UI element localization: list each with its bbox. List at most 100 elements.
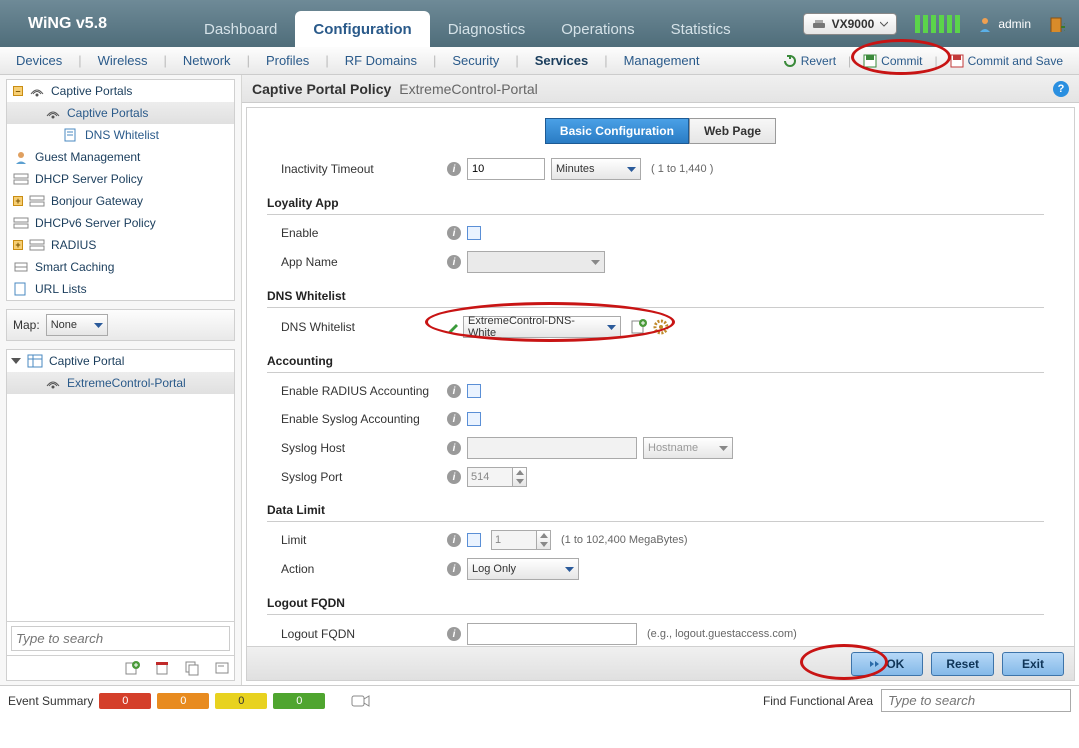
loyalty-app-select[interactable] <box>467 251 605 273</box>
tree-dhcp-server[interactable]: DHCP Server Policy <box>7 168 234 190</box>
info-icon[interactable]: i <box>447 226 461 240</box>
revert-label: Revert <box>801 54 836 68</box>
find-area-input[interactable] <box>881 689 1071 712</box>
tree-guest-mgmt[interactable]: Guest Management <box>7 146 234 168</box>
subnav-services[interactable]: Services <box>529 53 595 68</box>
step-down-icon[interactable] <box>537 540 550 549</box>
exit-button[interactable]: Exit <box>1002 652 1064 676</box>
info-icon[interactable]: i <box>447 255 461 269</box>
tree2-captive-portal[interactable]: Captive Portal <box>7 350 234 372</box>
reset-button[interactable]: Reset <box>931 652 994 676</box>
subnav-wireless[interactable]: Wireless <box>92 53 154 68</box>
info-icon[interactable]: i <box>447 562 461 576</box>
device-selector[interactable]: VX9000 <box>803 13 898 35</box>
commit-save-label: Commit and Save <box>968 54 1063 68</box>
tree-search-input[interactable] <box>11 626 230 651</box>
save-all-icon <box>950 54 964 68</box>
tree-bonjour[interactable]: + Bonjour Gateway <box>7 190 234 212</box>
datalimit-stepper[interactable] <box>491 530 551 550</box>
tree-dns-whitelist[interactable]: DNS Whitelist <box>7 124 234 146</box>
user-menu[interactable]: admin <box>978 16 1031 32</box>
step-up-icon[interactable] <box>537 531 550 540</box>
syslog-host-input[interactable] <box>467 437 637 459</box>
tab-statistics[interactable]: Statistics <box>653 11 749 47</box>
tree-label: Captive Portal <box>49 354 124 368</box>
subnav-security[interactable]: Security <box>446 53 505 68</box>
tree2-extremecontrol[interactable]: ExtremeControl-Portal <box>7 372 234 394</box>
action-value: Log Only <box>472 563 516 575</box>
event-count-critical[interactable]: 0 <box>99 693 151 709</box>
rename-icon[interactable] <box>214 660 230 676</box>
subnav-rfdomains[interactable]: RF Domains <box>339 53 423 68</box>
step-down-icon[interactable] <box>513 477 526 486</box>
tree-dhcpv6[interactable]: DHCPv6 Server Policy <box>7 212 234 234</box>
info-icon[interactable]: i <box>447 533 461 547</box>
inactivity-unit-select[interactable]: Minutes <box>551 158 641 180</box>
inactivity-input[interactable] <box>467 158 545 180</box>
acct-syslog-checkbox[interactable] <box>467 412 481 426</box>
wifi-icon <box>45 376 61 390</box>
commit-save-button[interactable]: Commit and Save <box>944 54 1069 68</box>
create-icon[interactable] <box>631 319 647 335</box>
info-icon[interactable]: i <box>447 412 461 426</box>
signal-bars <box>915 15 960 33</box>
map-select[interactable]: None <box>46 314 108 336</box>
info-icon[interactable]: i <box>447 627 461 641</box>
loyalty-enable-checkbox[interactable] <box>467 226 481 240</box>
help-icon[interactable]: ? <box>1053 81 1069 97</box>
user-icon <box>978 16 992 32</box>
info-icon[interactable]: i <box>447 470 461 484</box>
inactivity-label: Inactivity Timeout <box>267 162 447 176</box>
add-icon[interactable] <box>124 660 140 676</box>
datalimit-input[interactable] <box>491 530 537 550</box>
tab-configuration[interactable]: Configuration <box>295 11 429 47</box>
dns-whitelist-select[interactable]: ExtremeControl-DNS-White <box>463 316 621 338</box>
tree-radius[interactable]: + RADIUS <box>7 234 234 256</box>
dns-value: ExtremeControl-DNS-White <box>468 315 601 339</box>
tab-diagnostics[interactable]: Diagnostics <box>430 11 544 47</box>
main-tab-basic[interactable]: Basic Configuration <box>545 118 689 144</box>
tree-captive-portals[interactable]: Captive Portals <box>7 102 234 124</box>
logout-icon[interactable] <box>1049 16 1065 32</box>
event-count-notice[interactable]: 0 <box>215 693 267 709</box>
syslog-host-type-select[interactable]: Hostname <box>643 437 733 459</box>
acct-radius-checkbox[interactable] <box>467 384 481 398</box>
collapse-icon[interactable] <box>11 356 21 366</box>
subnav-devices[interactable]: Devices <box>10 53 68 68</box>
camera-icon[interactable] <box>351 694 371 708</box>
event-count-warning[interactable]: 0 <box>157 693 209 709</box>
subnav-management[interactable]: Management <box>618 53 706 68</box>
subnav-network[interactable]: Network <box>177 53 237 68</box>
tree-smart-caching[interactable]: Smart Caching <box>7 256 234 278</box>
info-icon[interactable]: i <box>447 441 461 455</box>
expand-icon[interactable]: + <box>13 196 23 206</box>
copy-icon[interactable] <box>184 660 200 676</box>
expand-icon[interactable]: + <box>13 240 23 250</box>
delete-icon[interactable] <box>154 660 170 676</box>
info-icon[interactable]: i <box>447 162 461 176</box>
pencil-icon[interactable] <box>447 321 459 333</box>
tree-url-lists[interactable]: URL Lists <box>7 278 234 300</box>
commit-button[interactable]: Commit <box>857 54 928 68</box>
chevron-down-icon <box>880 20 888 28</box>
collapse-icon[interactable]: – <box>13 86 23 96</box>
tab-operations[interactable]: Operations <box>543 11 652 47</box>
section-datalimit: Data Limit <box>267 499 1044 522</box>
syslog-port-stepper[interactable] <box>467 467 527 487</box>
step-up-icon[interactable] <box>513 468 526 477</box>
datalimit-hint: (1 to 102,400 MegaBytes) <box>561 534 688 546</box>
action-select[interactable]: Log Only <box>467 558 579 580</box>
datalimit-checkbox[interactable] <box>467 533 481 547</box>
logout-fqdn-input[interactable] <box>467 623 637 645</box>
gear-icon[interactable] <box>653 319 669 335</box>
tree-captive-portals-root[interactable]: – Captive Portals <box>7 80 234 102</box>
event-count-info[interactable]: 0 <box>273 693 325 709</box>
info-icon[interactable]: i <box>447 384 461 398</box>
syslog-port-input[interactable] <box>467 467 513 487</box>
tab-dashboard[interactable]: Dashboard <box>186 11 295 47</box>
revert-button[interactable]: Revert <box>777 54 842 68</box>
subnav-profiles[interactable]: Profiles <box>260 53 315 68</box>
main-tab-webpage[interactable]: Web Page <box>689 118 776 144</box>
ok-button[interactable]: OK <box>851 652 923 676</box>
tree-label: URL Lists <box>35 282 87 296</box>
